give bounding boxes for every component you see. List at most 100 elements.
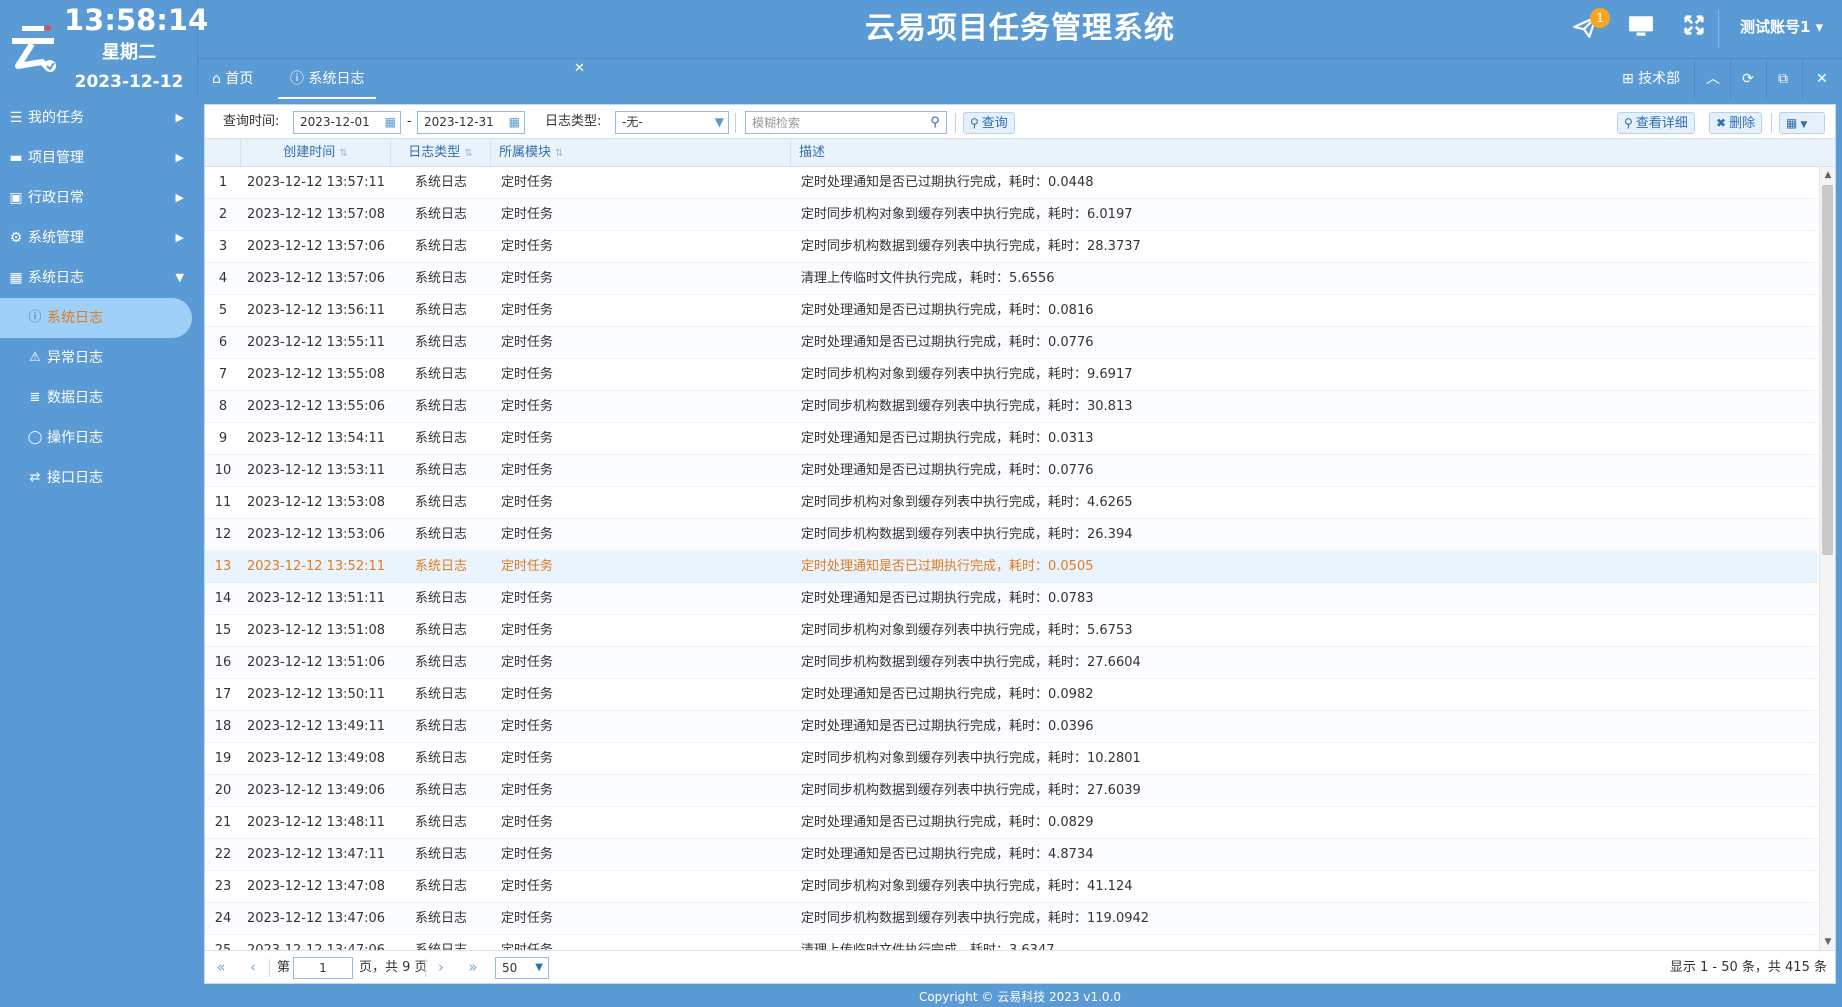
- view-detail-button[interactable]: ⚲ 查看详细: [1617, 112, 1695, 134]
- header-description[interactable]: 描述: [791, 139, 1835, 167]
- table-row[interactable]: 18 2023-12-12 13:49:11 系统日志 定时任务 定时处理通知是否已过期…: [205, 711, 1817, 743]
- header-module[interactable]: 所属模块 ⇅: [491, 139, 791, 167]
- table-row[interactable]: 8 2023-12-12 13:55:06 系统日志 定时任务 定时同步机构数据到缓存列…: [205, 391, 1817, 423]
- fullscreen-icon[interactable]: [1679, 14, 1709, 44]
- table-row[interactable]: 4 2023-12-12 13:57:06 系统日志 定时任务 清理上传临时文件执行完成…: [205, 263, 1817, 295]
- table-row[interactable]: 19 2023-12-12 13:49:08 系统日志 定时任务 定时同步机构对象到缓存…: [205, 743, 1817, 775]
- first-page-icon[interactable]: «: [209, 951, 233, 984]
- collapse-up-icon[interactable]: ︿: [1706, 59, 1720, 99]
- table-row[interactable]: 20 2023-12-12 13:49:06 系统日志 定时任务 定时同步机构数据到缓存…: [205, 775, 1817, 807]
- logo-clock-panel: 13:58:14 星期二 2023-12-12: [0, 0, 208, 98]
- sidebar-item-admin-daily[interactable]: ▣ 行政日常 ▶: [0, 178, 198, 218]
- table-row[interactable]: 1 2023-12-12 13:57:11 系统日志 定时任务 定时处理通知是否已过期执…: [205, 167, 1817, 199]
- cell-row-number: 20: [214, 783, 232, 798]
- clock-weekday: 星期二: [102, 42, 156, 63]
- cell-row-number: 24: [214, 911, 232, 926]
- calendar-icon[interactable]: ▦: [385, 112, 396, 133]
- cell-row-number: 12: [214, 527, 232, 542]
- table-row[interactable]: 10 2023-12-12 13:53:11 系统日志 定时任务 定时处理通知是否已过期…: [205, 455, 1817, 487]
- column-settings-button[interactable]: ▦ ▼: [1779, 112, 1825, 134]
- tab-home[interactable]: ⌂ 首页: [212, 59, 253, 99]
- sidebar-subitem-data-log[interactable]: ≣ 数据日志: [0, 378, 198, 418]
- table-row[interactable]: 6 2023-12-12 13:55:11 系统日志 定时任务 定时处理通知是否已过期执…: [205, 327, 1817, 359]
- scrollbar-thumb[interactable]: [1822, 185, 1833, 555]
- date-to-value: 2023-12-31: [424, 115, 494, 129]
- table-row[interactable]: 7 2023-12-12 13:55:08 系统日志 定时任务 定时同步机构对象到缓存列…: [205, 359, 1817, 391]
- next-page-icon[interactable]: ›: [429, 951, 453, 984]
- table-row[interactable]: 13 2023-12-12 13:52:11 系统日志 定时任务 定时处理通知是否已过期…: [205, 551, 1817, 583]
- search-input[interactable]: [745, 111, 947, 134]
- sort-icon[interactable]: ⇅: [339, 148, 347, 159]
- cell-description: 定时同步机构数据到缓存列表中执行完成，耗时：30.813: [801, 399, 1133, 414]
- sidebar-subitem-system-log[interactable]: ⓘ 系统日志: [0, 298, 192, 338]
- cell-module: 定时任务: [501, 271, 554, 286]
- date-from-field[interactable]: 2023-12-01 ▦: [293, 111, 401, 134]
- cell-created-time: 2023-12-12 13:53:06: [246, 527, 386, 542]
- table-row[interactable]: 9 2023-12-12 13:54:11 系统日志 定时任务 定时处理通知是否已过期执…: [205, 423, 1817, 455]
- footer-copyright: Copyright © 云易科技 2023 v1.0.0: [918, 990, 1122, 1004]
- table-row[interactable]: 14 2023-12-12 13:51:11 系统日志 定时任务 定时处理通知是否已过期…: [205, 583, 1817, 615]
- open-external-icon[interactable]: ⧉: [1778, 59, 1788, 99]
- table-row[interactable]: 5 2023-12-12 13:56:11 系统日志 定时任务 定时处理通知是否已过期执…: [205, 295, 1817, 327]
- table-row[interactable]: 11 2023-12-12 13:53:08 系统日志 定时任务 定时同步机构对象到缓存…: [205, 487, 1817, 519]
- main-panel: 查询时间: 2023-12-01 ▦ - 2023-12-31 ▦ 日志类型: …: [204, 104, 1836, 984]
- table-row[interactable]: 22 2023-12-12 13:47:11 系统日志 定时任务 定时处理通知是否已过期…: [205, 839, 1817, 871]
- cell-row-number: 2: [218, 207, 228, 222]
- table-row[interactable]: 3 2023-12-12 13:57:06 系统日志 定时任务 定时同步机构数据到缓存列…: [205, 231, 1817, 263]
- user-menu[interactable]: 测试账号1 ▾: [1740, 16, 1823, 37]
- cell-description: 定时同步机构对象到缓存列表中执行完成，耗时：41.124: [801, 879, 1133, 894]
- cell-module: 定时任务: [501, 303, 554, 318]
- log-type-select[interactable]: -无- ▼: [615, 111, 729, 134]
- tab-system-log[interactable]: ⓘ 系统日志: [278, 59, 377, 99]
- table-row[interactable]: 2 2023-12-12 13:57:08 系统日志 定时任务 定时同步机构对象到缓存列…: [205, 199, 1817, 231]
- table-row[interactable]: 16 2023-12-12 13:51:06 系统日志 定时任务 定时同步机构数据到缓存…: [205, 647, 1817, 679]
- sidebar-subitem-exception-log[interactable]: ⚠ 异常日志: [0, 338, 198, 378]
- search-icon[interactable]: ⚲: [925, 111, 945, 134]
- sidebar-item-system-management[interactable]: ⚙ 系统管理 ▶: [0, 218, 198, 258]
- date-to-field[interactable]: 2023-12-31 ▦: [417, 111, 525, 134]
- sort-icon[interactable]: ⇅: [464, 148, 472, 159]
- sidebar-subitem-operation-log[interactable]: ◯ 操作日志: [0, 418, 198, 458]
- monitor-icon[interactable]: [1626, 14, 1656, 44]
- cell-log-type: 系统日志: [414, 655, 467, 670]
- table-row[interactable]: 15 2023-12-12 13:51:08 系统日志 定时任务 定时同步机构对象到缓存…: [205, 615, 1817, 647]
- table-row[interactable]: 24 2023-12-12 13:47:06 系统日志 定时任务 定时同步机构数据到缓存…: [205, 903, 1817, 935]
- sidebar-subitem-api-log[interactable]: ⇄ 接口日志: [0, 458, 198, 498]
- department-selector[interactable]: ⊞ 技术部: [1622, 59, 1680, 99]
- page-size-select[interactable]: 50 ▼: [495, 957, 549, 979]
- header-created-time[interactable]: 创建时间 ⇅: [241, 139, 391, 167]
- toolbar-divider: [955, 113, 956, 133]
- sidebar-item-system-logs[interactable]: ▦ 系统日志 ▼: [0, 258, 198, 298]
- cell-description: 定时同步机构数据到缓存列表中执行完成，耗时：27.6039: [801, 783, 1141, 798]
- grid-header: 创建时间 ⇅ 日志类型 ⇅ 所属模块 ⇅ 描述: [205, 139, 1835, 167]
- table-row[interactable]: 252023-12-12 13:47:06系统日志定时任务清理上传临时文件执行完…: [205, 935, 1817, 950]
- vertical-scrollbar[interactable]: ▲ ▼: [1819, 167, 1835, 950]
- table-row[interactable]: 17 2023-12-12 13:50:11 系统日志 定时任务 定时处理通知是否已过期…: [205, 679, 1817, 711]
- cell-module: 定时任务: [501, 719, 554, 734]
- cell-module: 定时任务: [501, 239, 554, 254]
- sort-icon[interactable]: ⇅: [555, 148, 563, 159]
- page-number-input[interactable]: 1: [293, 957, 353, 979]
- close-icon[interactable]: ✕: [1816, 59, 1828, 99]
- table-row[interactable]: 12 2023-12-12 13:53:06 系统日志 定时任务 定时同步机构数据到缓存…: [205, 519, 1817, 551]
- table-row[interactable]: 21 2023-12-12 13:48:11 系统日志 定时任务 定时处理通知是否已过期…: [205, 807, 1817, 839]
- cell-log-type: 系统日志: [414, 815, 467, 830]
- search-icon: ⚲: [1624, 116, 1633, 130]
- table-row[interactable]: 23 2023-12-12 13:47:08 系统日志 定时任务 定时同步机构对象到缓存…: [205, 871, 1817, 903]
- refresh-icon[interactable]: ⟳: [1742, 59, 1754, 99]
- header-log-type[interactable]: 日志类型 ⇅: [391, 139, 491, 167]
- delete-button[interactable]: ✖ 删除: [1709, 112, 1763, 134]
- sidebar-item-my-tasks[interactable]: ☰ 我的任务 ▶: [0, 98, 198, 138]
- cell-created-time: 2023-12-12 13:53:11: [246, 463, 386, 478]
- cell-log-type: 系统日志: [414, 591, 467, 606]
- last-page-icon[interactable]: »: [461, 951, 485, 984]
- tab-close-icon[interactable]: ✕: [574, 61, 585, 76]
- sidebar-item-project-management[interactable]: ▬ 项目管理 ▶: [0, 138, 198, 178]
- prev-page-icon[interactable]: ‹: [241, 951, 265, 984]
- query-button[interactable]: ⚲ 查询: [963, 112, 1015, 134]
- scroll-up-icon[interactable]: ▲: [1820, 167, 1836, 183]
- cell-description: 定时同步机构对象到缓存列表中执行完成，耗时：4.6265: [801, 495, 1133, 510]
- scroll-down-icon[interactable]: ▼: [1820, 934, 1836, 950]
- calendar-icon[interactable]: ▦: [509, 112, 520, 133]
- cell-row-number: 7: [218, 367, 228, 382]
